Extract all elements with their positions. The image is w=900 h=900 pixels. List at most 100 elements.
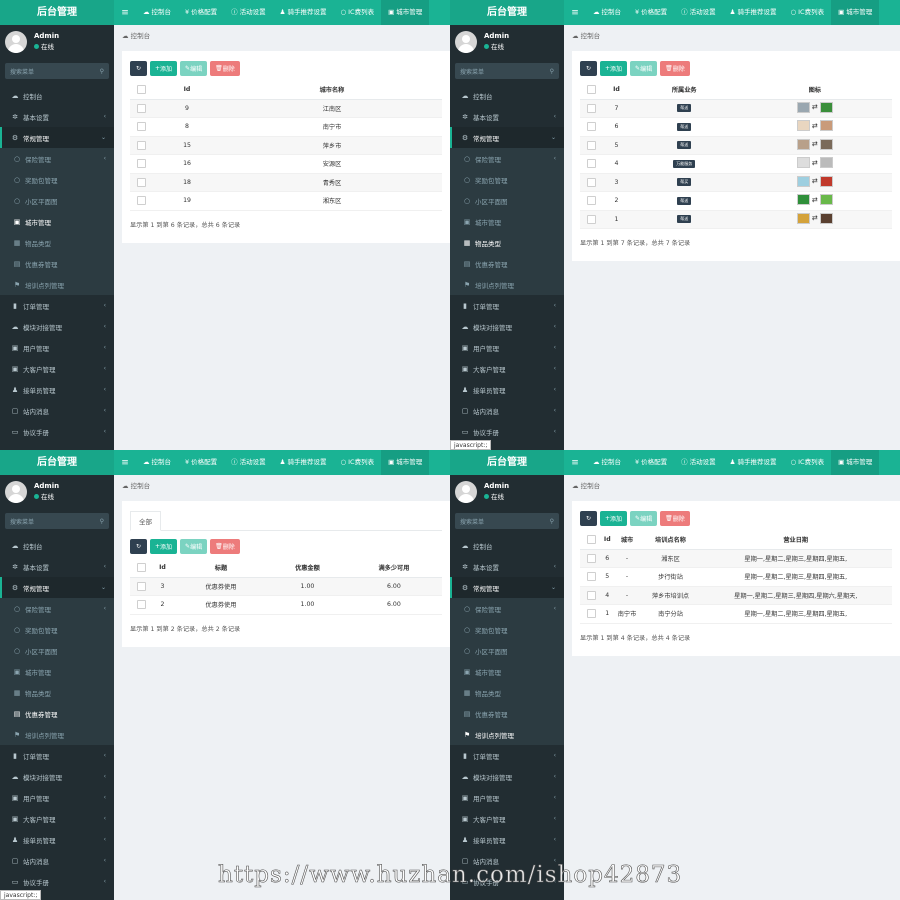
- top-tab[interactable]: ⓘ 活动设置: [224, 450, 273, 475]
- table-row[interactable]: 18 青秀区: [130, 173, 442, 192]
- table-row[interactable]: 5- 步行街站 星期一,星期二,星期三,星期四,星期五,: [580, 567, 892, 587]
- sidebar-item[interactable]: ▤ 优惠券管理: [0, 703, 114, 724]
- top-tab[interactable]: ☁ 控制台: [586, 0, 628, 25]
- sidebar-item[interactable]: ▢ 站内消息 ‹: [0, 400, 114, 421]
- sidebar-item[interactable]: ⚙ 常规管理 ⌄: [0, 577, 114, 598]
- row-checkbox[interactable]: [586, 196, 596, 206]
- sidebar-item[interactable]: ▣ 大客户管理 ‹: [0, 358, 114, 379]
- column-header[interactable]: 培训点名称: [641, 530, 700, 550]
- app-logo[interactable]: 后台管理: [450, 450, 564, 475]
- row-checkbox[interactable]: [586, 140, 596, 150]
- select-all-checkbox[interactable]: [586, 84, 596, 94]
- top-tab[interactable]: ¥ 价格配置: [628, 450, 674, 475]
- sidebar-item[interactable]: ⚑ 培训点列管理: [450, 274, 564, 295]
- row-checkbox[interactable]: [586, 103, 596, 113]
- top-tab[interactable]: ▣ 城市管理: [831, 450, 880, 475]
- sidebar-item[interactable]: ▦ 物品类型: [0, 232, 114, 253]
- sidebar-item[interactable]: ○ 小区平面图: [0, 640, 114, 661]
- sidebar-item[interactable]: ▮ 订单管理 ‹: [450, 745, 564, 766]
- top-tab[interactable]: ¥ 价格配置: [178, 0, 224, 25]
- top-tab[interactable]: ♟ 骑手推荐设置: [723, 450, 784, 475]
- sidebar-item[interactable]: ▢ 站内消息 ‹: [450, 400, 564, 421]
- sidebar-item[interactable]: ⚙ 常规管理 ⌄: [0, 127, 114, 148]
- refresh-button[interactable]: ↻: [580, 511, 597, 526]
- sidebar-item[interactable]: ♟ 接单员管理 ‹: [0, 379, 114, 400]
- table-row[interactable]: 2 优惠券使用 1.00 6.00: [130, 595, 442, 615]
- sidebar-item[interactable]: ⚑ 培训点列管理: [0, 274, 114, 295]
- sidebar-item[interactable]: ▦ 物品类型: [450, 232, 564, 253]
- sidebar-item[interactable]: ▤ 优惠券管理: [450, 253, 564, 274]
- sidebar-item[interactable]: ⚙ 常规管理 ⌄: [450, 127, 564, 148]
- search-icon[interactable]: ⚲: [550, 518, 554, 525]
- column-header[interactable]: 城市名称: [222, 80, 442, 100]
- breadcrumb-label[interactable]: 控制台: [581, 32, 601, 40]
- sidebar-item[interactable]: ⚑ 培训点列管理: [0, 724, 114, 745]
- filter-tab-all[interactable]: 全部: [130, 511, 161, 531]
- menu-toggle-icon[interactable]: ≡: [564, 458, 586, 468]
- top-tab[interactable]: ▣ 城市管理: [381, 0, 430, 25]
- sidebar-item[interactable]: ▣ 用户管理 ‹: [450, 787, 564, 808]
- menu-search-input[interactable]: 搜索菜单 ⚲: [455, 63, 559, 79]
- top-tab[interactable]: ○ IC费列表: [333, 0, 381, 25]
- sidebar-item[interactable]: ☁ 控制台: [450, 535, 564, 556]
- row-checkbox[interactable]: [136, 177, 146, 187]
- row-checkbox[interactable]: [586, 590, 596, 600]
- edit-button[interactable]: ✎ 编辑: [630, 511, 658, 526]
- sidebar-item[interactable]: ☁ 模块对接管理 ‹: [0, 316, 114, 337]
- table-row[interactable]: 3 优惠券使用 1.00 6.00: [130, 577, 442, 596]
- row-checkbox[interactable]: [136, 196, 146, 206]
- top-tab[interactable]: ♟ 骑手推荐设置: [273, 450, 334, 475]
- delete-button[interactable]: 🗑 删除: [660, 61, 690, 76]
- column-header[interactable]: Id: [602, 80, 631, 100]
- sidebar-item[interactable]: ▣ 城市管理: [450, 211, 564, 232]
- top-tab[interactable]: ○ IC费列表: [783, 0, 831, 25]
- breadcrumb-label[interactable]: 控制台: [581, 482, 601, 490]
- row-checkbox[interactable]: [136, 600, 146, 610]
- row-checkbox[interactable]: [586, 177, 596, 187]
- sidebar-item[interactable]: ▭ 协议手册 ‹: [450, 871, 564, 892]
- column-header[interactable]: 城市: [612, 530, 642, 550]
- sidebar-item[interactable]: ♟ 接单员管理 ‹: [450, 379, 564, 400]
- add-button[interactable]: + 添加: [150, 61, 178, 76]
- table-row[interactable]: 8 南宁市: [130, 117, 442, 137]
- sidebar-item[interactable]: ○ 保险管理 ‹: [450, 148, 564, 169]
- table-row[interactable]: 19 湘东区: [130, 191, 442, 211]
- table-row[interactable]: 1 南宁市 南宁分站 星期一,星期二,星期三,星期四,星期五,: [580, 604, 892, 624]
- delete-button[interactable]: 🗑 删除: [210, 539, 240, 554]
- top-tab[interactable]: ⓘ 活动设置: [674, 450, 723, 475]
- sidebar-item[interactable]: ▭ 协议手册 ‹: [450, 421, 564, 442]
- sidebar-item[interactable]: ⚑ 培训点列管理: [450, 724, 564, 745]
- row-checkbox[interactable]: [136, 103, 146, 113]
- table-row[interactable]: 5 帮送 ⇄: [580, 136, 892, 155]
- top-tab[interactable]: ⓘ 活动设置: [224, 0, 273, 25]
- sidebar-item[interactable]: ▣ 大客户管理 ‹: [450, 358, 564, 379]
- table-row[interactable]: 9 江南区: [130, 99, 442, 118]
- top-tab[interactable]: ☁ 控制台: [136, 0, 178, 25]
- app-logo[interactable]: 后台管理: [0, 450, 114, 475]
- column-header[interactable]: 营业日期: [699, 530, 892, 550]
- sidebar-item[interactable]: ✲ 基本设置 ‹: [0, 556, 114, 577]
- row-checkbox[interactable]: [586, 609, 596, 619]
- table-row[interactable]: 7 帮送 ⇄: [580, 99, 892, 118]
- row-checkbox[interactable]: [586, 159, 596, 169]
- search-icon[interactable]: ⚲: [100, 518, 104, 525]
- table-row[interactable]: 3 帮买 ⇄: [580, 173, 892, 192]
- sidebar-item[interactable]: ☁ 模块对接管理 ‹: [450, 316, 564, 337]
- sidebar-item[interactable]: ♟ 接单员管理 ‹: [450, 829, 564, 850]
- sidebar-item[interactable]: ▤ 优惠券管理: [0, 253, 114, 274]
- column-header[interactable]: 优惠金额: [269, 558, 346, 578]
- sidebar-item[interactable]: ☁ 控制台: [0, 535, 114, 556]
- column-header[interactable]: 标题: [172, 558, 269, 578]
- avatar[interactable]: [455, 481, 477, 503]
- delete-button[interactable]: 🗑 删除: [210, 61, 240, 76]
- sidebar-item[interactable]: ▣ 用户管理 ‹: [0, 337, 114, 358]
- sidebar-item[interactable]: ▣ 城市管理: [450, 661, 564, 682]
- column-header[interactable]: 所属业务: [630, 80, 738, 100]
- column-header[interactable]: Id: [602, 530, 613, 550]
- sidebar-item[interactable]: ▣ 用户管理 ‹: [0, 787, 114, 808]
- sidebar-item[interactable]: ○ 奖励包管理: [450, 619, 564, 640]
- sidebar-item[interactable]: ☁ 控制台: [450, 85, 564, 106]
- sidebar-item[interactable]: ▣ 城市管理: [0, 661, 114, 682]
- sidebar-item[interactable]: ○ 奖励包管理: [450, 169, 564, 190]
- sidebar-item[interactable]: ○ 保险管理 ‹: [0, 598, 114, 619]
